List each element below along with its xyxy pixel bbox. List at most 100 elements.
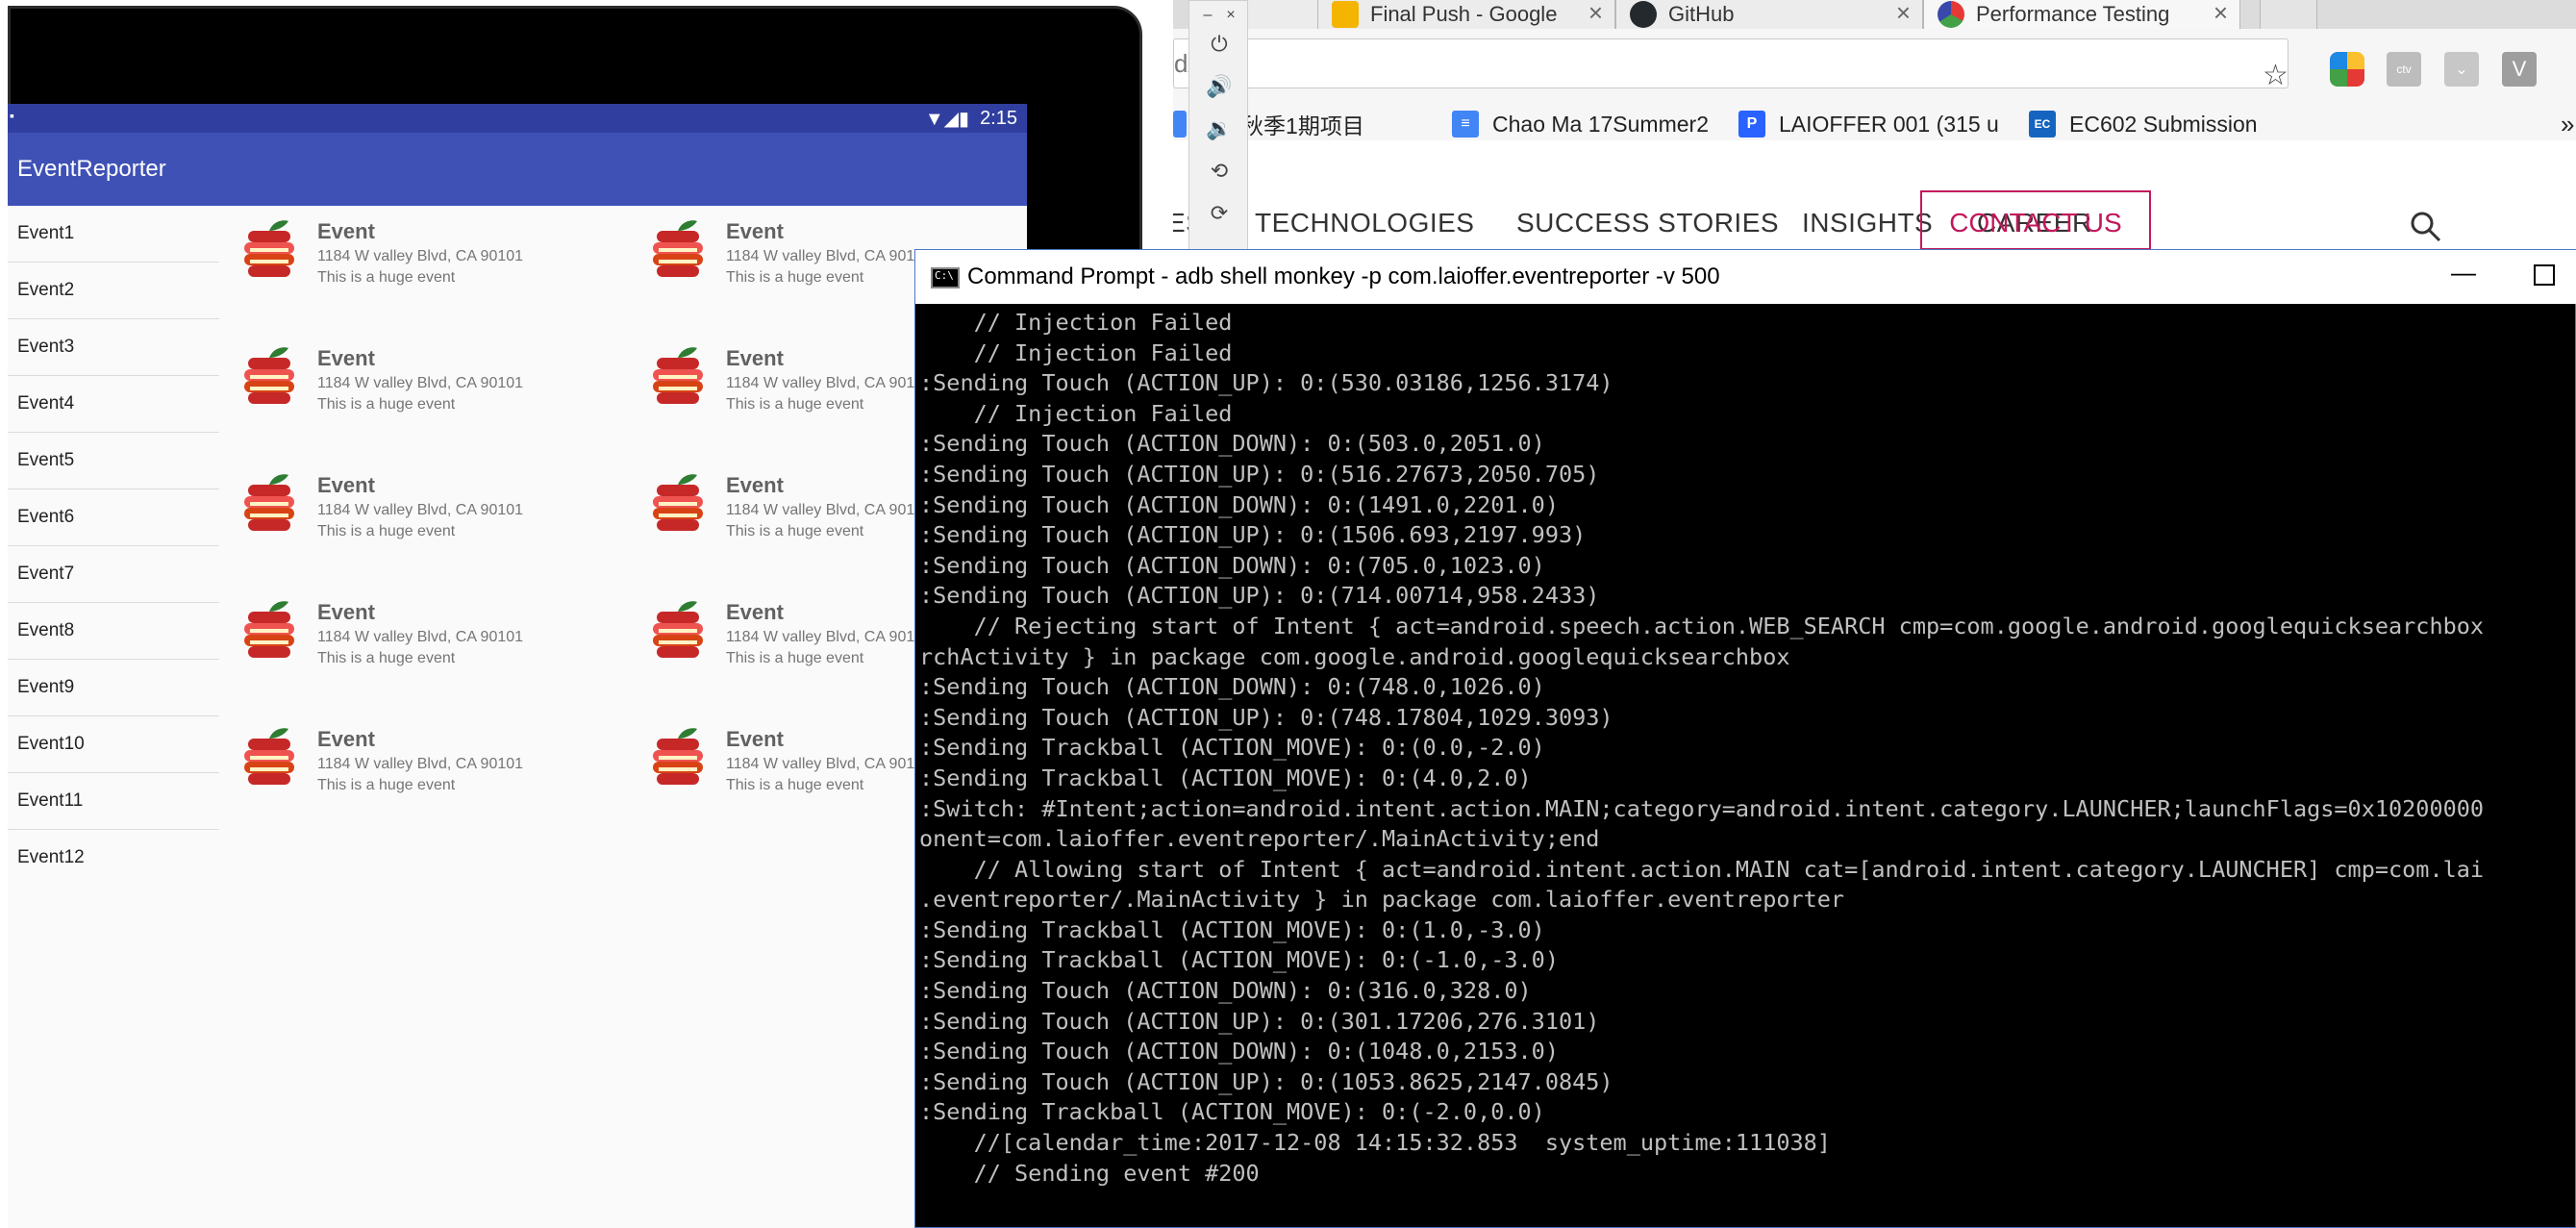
card-title: Event	[317, 600, 375, 624]
apple-image	[244, 220, 294, 277]
card-title: Event	[726, 473, 784, 497]
list-item[interactable]: Event7	[8, 546, 219, 603]
search-icon[interactable]	[2409, 210, 2443, 244]
card-title: Event	[726, 219, 784, 243]
rotate-right-icon[interactable]: ⟳	[1205, 199, 1234, 228]
device-screen[interactable]: ▪ ▼◢▮ 2:15 EventReporter Event1 Event2 E…	[8, 104, 1027, 1228]
event-card[interactable]: Event 1184 W valley Blvd, CA 90101 This is…	[221, 340, 625, 456]
card-title: Event	[726, 727, 784, 751]
console-line: :Sending Trackball (ACTION_MOVE): 0:(-1.…	[919, 946, 1559, 974]
console-line: :Sending Trackball (ACTION_MOVE): 0:(4.0…	[919, 764, 1532, 791]
event-card[interactable]: Event 1184 W valley Blvd, CA 90101 This is…	[221, 467, 625, 583]
list-item[interactable]: Event3	[8, 319, 219, 376]
card-address: 1184 W valley Blvd, CA 90101	[726, 375, 933, 391]
list-item[interactable]: Event11	[8, 773, 219, 830]
window-title: Command Prompt - adb shell monkey -p com…	[967, 263, 1720, 289]
card-description: This is a huge event	[726, 396, 864, 413]
close-icon[interactable]: ×	[2213, 0, 2228, 28]
volume-down-icon[interactable]: 🔉	[1205, 114, 1234, 143]
console-line: :Sending Touch (ACTION_UP): 0:(530.03186…	[919, 369, 1613, 397]
address-bar[interactable]: d/ ☆	[1173, 38, 2288, 91]
list-item[interactable]: Event4	[8, 376, 219, 433]
nav-link-success-stories[interactable]: SUCCESS STORIES	[1516, 208, 1779, 238]
apple-image	[244, 728, 294, 785]
event-card[interactable]: Event 1184 W valley Blvd, CA 90101 This is…	[221, 594, 625, 710]
app-bar: EventReporter	[8, 133, 1027, 206]
bookmark-laioffer[interactable]: P LAIOFFER 001 (315 u	[1738, 108, 1999, 140]
list-item[interactable]: Event2	[8, 263, 219, 319]
console-line: rchActivity } in package com.google.andr…	[919, 642, 1790, 670]
console-line: :Sending Touch (ACTION_UP): 0:(1053.8625…	[919, 1067, 1613, 1095]
volume-up-icon[interactable]: 🔊	[1205, 72, 1234, 101]
console-line: // Injection Failed	[919, 309, 1233, 336]
pdf-icon[interactable]: ⌄	[2444, 52, 2479, 87]
event-card[interactable]: Event 1184 W valley Blvd, CA 90101 This is…	[221, 213, 625, 329]
card-description: This is a huge event	[317, 777, 456, 793]
apple-image	[653, 347, 703, 404]
chrome-ext-colorful-icon[interactable]	[2330, 52, 2364, 87]
minimize-button[interactable]: —	[2451, 258, 2476, 288]
list-item[interactable]: Event9	[8, 660, 219, 716]
card-description: This is a huge event	[317, 523, 456, 539]
bookmark-chao-ma[interactable]: ≡ Chao Ma 17Summer2	[1452, 108, 1709, 140]
tab-final-push[interactable]: Final Push - Google ×	[1317, 0, 1615, 29]
console-line: :Switch: #Intent;action=android.intent.a…	[919, 794, 2485, 822]
bookmark-star-icon[interactable]: ☆	[2263, 59, 2288, 92]
new-tab-button[interactable]	[2260, 0, 2317, 29]
card-description: This is a huge event	[317, 650, 456, 666]
console-line: :Sending Trackball (ACTION_MOVE): 0:(1.0…	[919, 915, 1545, 943]
console-line: :Sending Touch (ACTION_DOWN): 0:(705.0,1…	[919, 551, 1545, 579]
event-card[interactable]: Event 1184 W valley Blvd, CA 90101 This is…	[221, 721, 625, 837]
console-line: :Sending Touch (ACTION_DOWN): 0:(503.0,2…	[919, 430, 1545, 458]
emulator-toolbar: – × ⏻ 🔊 🔉 ⟲ ⟳	[1188, 0, 1248, 250]
tab-label: Final Push - Google	[1370, 2, 1558, 26]
console-line: // Injection Failed	[919, 338, 1233, 366]
card-title: Event	[726, 600, 784, 624]
chrome-window: ro × Final Push - Google × GitHub × Perf…	[1167, 0, 2576, 250]
list-item[interactable]: Event1	[8, 206, 219, 263]
nav-link-technologies[interactable]: TECHNOLOGIES	[1255, 208, 1474, 238]
tab-strip: ro × Final Push - Google × GitHub × Perf…	[1173, 0, 2576, 29]
list-item[interactable]: Event8	[8, 603, 219, 660]
event-list: Event1 Event2 Event3 Event4 Event5 Event…	[8, 206, 219, 975]
bookmark-ec602[interactable]: EC EC602 Submission	[2029, 108, 2258, 140]
list-item[interactable]: Event12	[8, 830, 219, 887]
close-icon[interactable]: ×	[1588, 0, 1603, 28]
doc-icon	[1173, 111, 1187, 138]
card-description: This is a huge event	[317, 396, 456, 413]
card-address: 1184 W valley Blvd, CA 90101	[317, 629, 524, 645]
apple-image	[653, 220, 703, 277]
close-icon[interactable]: ×	[1896, 0, 1911, 28]
close-icon[interactable]: ×	[1216, 1, 1245, 30]
console-line: //[calendar_time:2017-12-08 14:15:32.853…	[919, 1129, 1831, 1157]
nav-link-insights[interactable]: INSIGHTS	[1802, 208, 1933, 238]
list-item[interactable]: Event6	[8, 489, 219, 546]
apple-image	[244, 347, 294, 404]
card-address: 1184 W valley Blvd, CA 90101	[726, 248, 933, 264]
card-title: Event	[726, 346, 784, 370]
ext-gray-icon[interactable]: ctv	[2387, 52, 2421, 87]
maximize-button[interactable]	[2534, 264, 2555, 286]
console-line: :Sending Touch (ACTION_UP): 0:(516.27673…	[919, 460, 1600, 488]
console-line: :Sending Touch (ACTION_UP): 0:(748.17804…	[919, 703, 1613, 731]
tab-github[interactable]: GitHub ×	[1615, 0, 1923, 29]
list-item[interactable]: Event5	[8, 433, 219, 489]
console-line: // Allowing start of Intent { act=androi…	[919, 855, 2485, 883]
list-item[interactable]: Event10	[8, 716, 219, 773]
rotate-left-icon[interactable]: ⟲	[1205, 157, 1234, 186]
card-address: 1184 W valley Blvd, CA 90101	[317, 248, 524, 264]
card-description: This is a huge event	[726, 650, 864, 666]
card-address: 1184 W valley Blvd, CA 90101	[726, 629, 933, 645]
tab-performance-testing[interactable]: Performance Testing ×	[1923, 0, 2240, 29]
notification-icon: ▪	[10, 108, 14, 123]
card-title: Event	[317, 346, 375, 370]
console-output[interactable]: // Injection Failed // Injection Failed:…	[915, 304, 2576, 1228]
card-address: 1184 W valley Blvd, CA 90101	[317, 756, 524, 772]
chrome-extension-icon	[1938, 1, 1964, 28]
card-description: This is a huge event	[317, 269, 456, 286]
profile-v-icon[interactable]: V	[2502, 52, 2537, 87]
contact-us-button[interactable]: CONTACT US	[1920, 190, 2151, 250]
power-icon[interactable]: ⏻	[1205, 30, 1234, 59]
card-description: This is a huge event	[726, 523, 864, 539]
bookmarks-overflow-button[interactable]: »	[2561, 108, 2574, 140]
